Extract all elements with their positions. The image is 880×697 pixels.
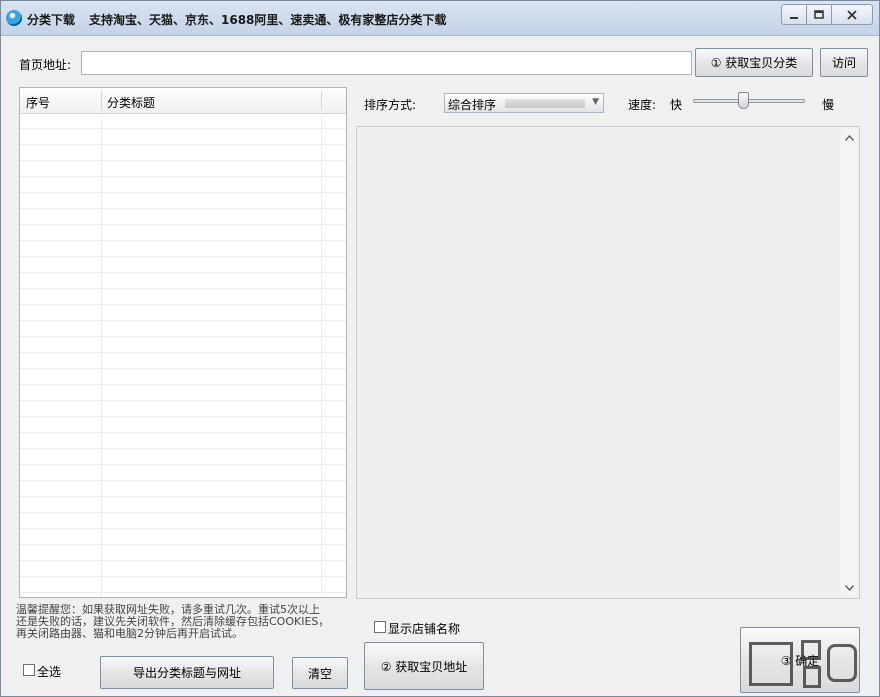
maximize-icon <box>814 9 824 19</box>
clear-button[interactable]: 清空 <box>292 657 348 689</box>
column-divider[interactable] <box>321 91 322 110</box>
export-button[interactable]: 导出分类标题与网址 <box>100 656 274 689</box>
scroll-down-icon[interactable] <box>841 579 857 596</box>
column-header-index[interactable]: 序号 <box>26 94 50 111</box>
sort-selected-value: 综合排序 <box>448 98 497 112</box>
maximize-button[interactable] <box>806 4 831 25</box>
dropdown-highlight <box>505 99 585 108</box>
category-table[interactable]: 序号 分类标题 <box>19 87 347 598</box>
window-subtitle: 支持淘宝、天猫、京东、1688阿里、速卖通、极有家整店分类下载 <box>89 13 447 27</box>
minimize-button[interactable] <box>781 4 806 25</box>
speed-label: 速度: <box>628 98 657 112</box>
window-controls <box>781 4 873 25</box>
column-header-title[interactable]: 分类标题 <box>107 94 155 111</box>
app-logo-icon <box>6 10 22 26</box>
scroll-up-icon[interactable] <box>841 129 857 146</box>
warm-tip: 温馨提醒您：如果获取网址失败，请多重试几次。重试5次以上 还是失败的话，建议先关… <box>16 604 350 640</box>
homepage-url-input[interactable] <box>81 51 692 75</box>
app-window: 分类下载 支持淘宝、天猫、京东、1688阿里、速卖通、极有家整店分类下载 首页地… <box>0 0 880 697</box>
vertical-scrollbar[interactable] <box>841 129 857 596</box>
speed-slow-label: 慢 <box>822 98 835 112</box>
window-title: 分类下载 <box>27 13 76 27</box>
homepage-url-label: 首页地址: <box>19 58 72 72</box>
warm-tip-line: 再关闭路由器、猫和电脑2分钟后再开启试试。 <box>16 627 243 640</box>
watermark-logo <box>743 636 877 694</box>
select-all-checkbox[interactable] <box>23 664 35 676</box>
select-all-label[interactable]: 全选 <box>37 663 61 680</box>
column-divider[interactable] <box>101 91 102 110</box>
title-bar[interactable]: 分类下载 支持淘宝、天猫、京东、1688阿里、速卖通、极有家整店分类下载 <box>1 1 879 36</box>
chevron-down-icon[interactable]: ▼ <box>592 97 599 107</box>
table-body[interactable] <box>20 113 346 597</box>
table-header: 序号 分类标题 <box>20 88 346 114</box>
speed-slider-thumb[interactable] <box>738 92 750 109</box>
sort-dropdown[interactable]: 综合排序 ▼ <box>444 93 604 113</box>
close-icon <box>847 9 857 20</box>
show-shop-name-checkbox[interactable] <box>374 621 386 633</box>
get-category-button[interactable]: ① 获取宝贝分类 <box>695 48 813 77</box>
sort-label: 排序方式: <box>364 98 417 112</box>
show-shop-name-label[interactable]: 显示店铺名称 <box>388 620 460 637</box>
visit-button[interactable]: 访问 <box>820 48 868 77</box>
speed-fast-label: 快 <box>670 98 683 112</box>
close-button[interactable] <box>831 4 873 25</box>
minimize-icon <box>790 16 798 19</box>
get-product-urls-button[interactable]: ② 获取宝贝地址 <box>364 642 484 690</box>
result-text-area[interactable] <box>356 126 860 599</box>
